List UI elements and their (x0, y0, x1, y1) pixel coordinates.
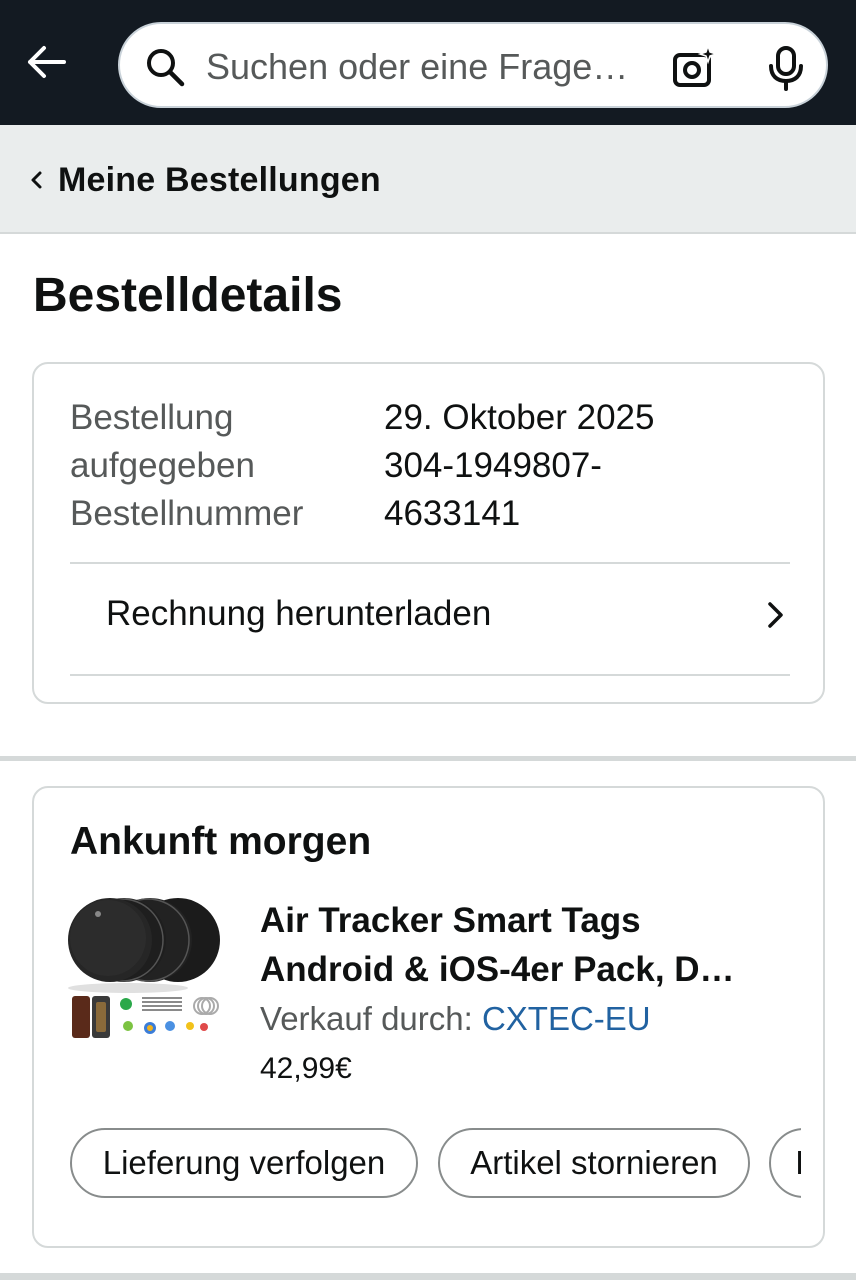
order-number-value-line2: 4633141 (384, 494, 521, 533)
product-price: 42,99€ (260, 1052, 352, 1085)
track-delivery-button[interactable]: Lieferung verfolgen (70, 1128, 418, 1198)
delivery-status-heading: Ankunft morgen (70, 820, 372, 863)
more-actions-button[interactable]: I (769, 1128, 801, 1198)
mic-icon[interactable] (762, 44, 810, 92)
order-info-card: Bestellung aufgegeben Bestellnummer 29. … (32, 362, 825, 704)
breadcrumb-label: Meine Bestellungen (58, 160, 381, 199)
download-invoice-row[interactable]: Rechnung herunterladen (34, 564, 790, 672)
delivery-card: Ankunft morgen Air Tracker Smart Tags An… (32, 786, 825, 1248)
section-separator (0, 756, 856, 761)
chevron-right-icon (768, 602, 783, 628)
back-arrow-icon (28, 46, 66, 78)
chevron-left-icon (31, 171, 42, 189)
order-info-values: 29. Oktober 2025 304-1949807- 4633141 (384, 394, 744, 538)
product-title[interactable]: Air Tracker Smart Tags Android & iOS-4er… (260, 896, 790, 994)
product-image[interactable] (68, 898, 223, 1048)
order-placed-label-line1: Bestellung (70, 398, 234, 437)
back-button[interactable] (22, 38, 70, 86)
seller-link[interactable]: CXTEC-EU (482, 1000, 651, 1037)
camera-icon[interactable] (670, 44, 718, 92)
section-separator (0, 1273, 856, 1280)
cancel-item-button[interactable]: Artikel stornieren (438, 1128, 750, 1198)
breadcrumb-my-orders-link[interactable]: Meine Bestellungen (26, 155, 381, 205)
order-date-value: 29. Oktober 2025 (384, 398, 655, 437)
product-title-line2: Android & iOS-4er Pack, D… (260, 950, 735, 989)
seller-line: Verkauf durch: CXTEC-EU (260, 1000, 651, 1038)
search-icon (147, 49, 185, 87)
search-input[interactable] (206, 42, 646, 92)
order-number-value-line1: 304-1949807- (384, 446, 602, 485)
divider (70, 674, 790, 676)
search-box[interactable] (118, 22, 828, 108)
order-actions-row: Lieferung verfolgen Artikel stornieren I (70, 1128, 801, 1202)
breadcrumb: Meine Bestellungen (0, 125, 856, 234)
order-number-label: Bestellnummer (70, 494, 304, 533)
order-placed-label-line2: aufgegeben (70, 446, 255, 485)
top-search-bar (0, 0, 856, 125)
product-title-line1: Air Tracker Smart Tags (260, 901, 641, 940)
page-title: Bestelldetails (33, 269, 343, 322)
seller-prefix: Verkauf durch: (260, 1000, 482, 1037)
download-invoice-label: Rechnung herunterladen (106, 594, 492, 633)
order-info-labels: Bestellung aufgegeben Bestellnummer (70, 394, 303, 538)
